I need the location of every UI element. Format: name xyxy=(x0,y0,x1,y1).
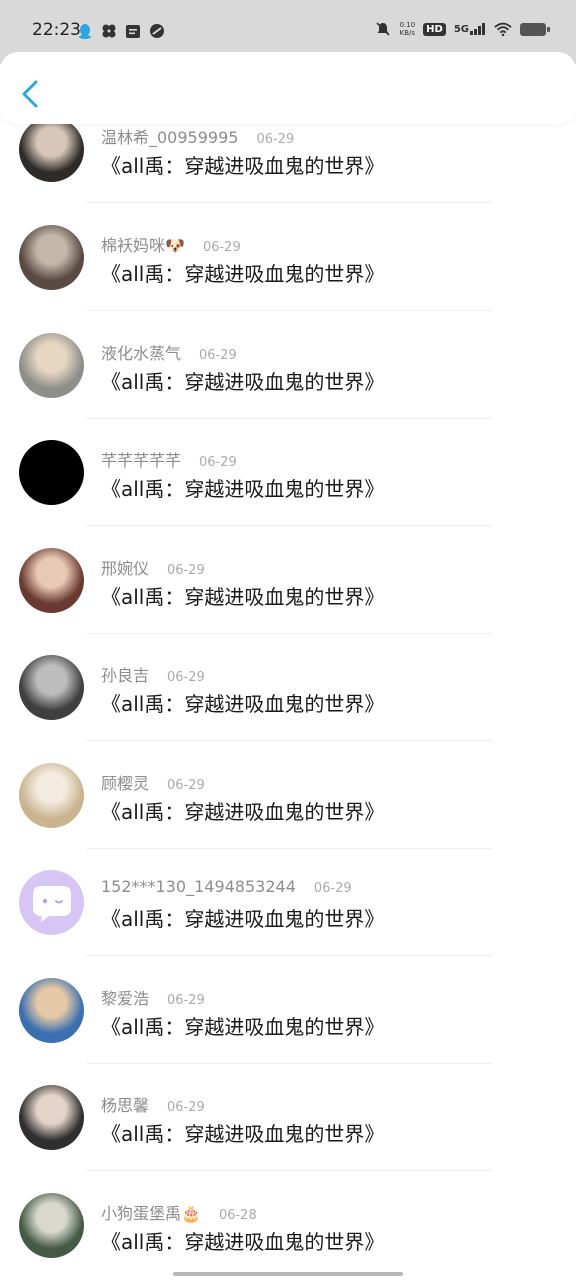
message-list: 温林希_00959995 06-29 《all禹：穿越进吸血鬼的世界》 棉袄妈咪🐶 06… xyxy=(0,0,576,1280)
top-navigation-bar xyxy=(0,52,576,124)
message-row[interactable]: 孙良吉 06-29 《all禹：穿越进吸血鬼的世界》 xyxy=(0,538,576,741)
home-indicator[interactable] xyxy=(173,1272,403,1276)
message-row[interactable]: 黎爱浩 06-29 《all禹：穿越进吸血鬼的世界》 xyxy=(0,860,576,1064)
message-row[interactable]: 小狗蛋堡禹🎂 06-28 《all禹：穿越进吸血鬼的世界》 xyxy=(0,1075,576,1258)
message-row[interactable]: 杨思馨 06-29 《all禹：穿越进吸血鬼的世界》 xyxy=(0,968,576,1171)
message-text: 《all禹：穿越进吸血鬼的世界》 xyxy=(101,1230,385,1254)
message-row[interactable]: 芊芊芊芊芊 06-29 《all禹：穿越进吸血鬼的世界》 xyxy=(0,323,576,526)
username[interactable]: 小狗蛋堡禹🎂 xyxy=(101,1200,201,1224)
message-date: 06-28 xyxy=(218,1208,257,1223)
message-meta: 小狗蛋堡禹🎂 06-28 xyxy=(101,1200,257,1224)
message-row[interactable]: 棉袄妈咪🐶 06-29 《all禹：穿越进吸血鬼的世界》 xyxy=(0,108,576,311)
message-row[interactable]: 邢婉仪 06-29 《all禹：穿越进吸血鬼的世界》 xyxy=(0,430,576,634)
avatar[interactable] xyxy=(19,1193,84,1258)
message-row[interactable]: 152***130_1494853244 06-29 《all禹：穿越进吸血鬼的世界… xyxy=(0,753,576,956)
message-row[interactable]: 液化水蒸气 06-29 《all禹：穿越进吸血鬼的世界》 xyxy=(0,215,576,419)
message-row[interactable]: 顾樱灵 06-29 《all禹：穿越进吸血鬼的世界》 xyxy=(0,645,576,849)
back-button[interactable] xyxy=(16,76,48,112)
chevron-left-icon xyxy=(22,80,38,108)
